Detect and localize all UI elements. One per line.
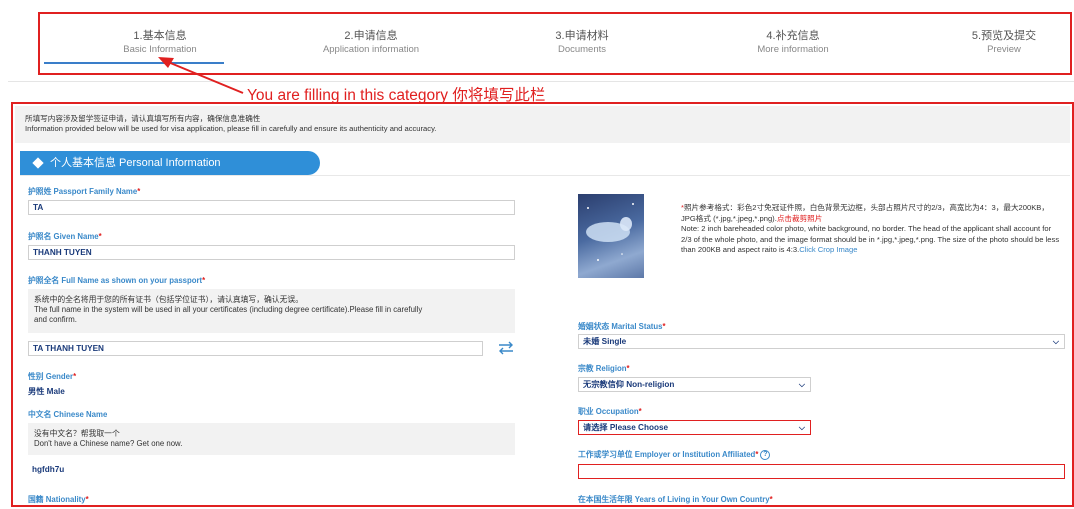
step-application-information[interactable]: 2.申请信息 Application information (271, 30, 471, 56)
notice-en: Information provided below will be used … (25, 124, 437, 133)
divider (8, 81, 1074, 82)
crop-image-link[interactable]: Click Crop Image (799, 245, 857, 254)
step-documents[interactable]: 3.申请材料 Documents (482, 30, 682, 56)
step-3-en: Documents (557, 44, 607, 55)
family-name-input[interactable]: TA (28, 200, 515, 215)
chevron-down-icon: ⌵ (798, 380, 805, 389)
step-progress-bar: 1.基本信息 Basic Information 2.申请信息 Applicat… (38, 12, 1072, 75)
marital-status-value: 未婚 Single (583, 337, 627, 346)
given-name-label: 护照名 Given Name* (28, 232, 102, 241)
crop-photo-link-cn[interactable]: 点击裁剪照片 (777, 214, 823, 223)
years-living-label: 在本国生活年限 Years of Living in Your Own Coun… (578, 495, 773, 504)
swap-icon[interactable] (497, 340, 515, 356)
notice-banner: 所填写内容涉及留学签证申请，请认真填写所有内容，确保信息准确性 Informat… (15, 106, 1070, 143)
marital-status-label: 婚姻状态 Marital Status* (578, 322, 666, 331)
nationality-label: 国籍 Nationality* (28, 495, 89, 504)
step-5-en: Preview (987, 44, 1021, 55)
marital-status-select[interactable]: 未婚 Single ⌵ (578, 334, 1065, 349)
chinese-name-hint-en: Don't have a Chinese name? Get one now. (34, 439, 183, 448)
full-name-hint-en: The full name in the system will be used… (34, 305, 423, 314)
family-name-label: 护照姓 Passport Family Name* (28, 187, 141, 196)
step-4-cn: 4.补充信息 (766, 30, 820, 42)
full-name-hint: 系统中的全名将用于您的所有证书（包括学位证书），请认真填写，确认无误。 The … (28, 289, 515, 333)
photo-note-cn: 照片参考格式：彩色2寸免冠证件照，白色背景无边框，头部占照片尺寸的2/3，高宽比… (681, 203, 1049, 223)
occupation-value: 请选择 Please Choose (583, 423, 669, 432)
notice-cn: 所填写内容涉及留学签证申请，请认真填写所有内容，确保信息准确性 (25, 114, 261, 123)
chinese-name-hint-cn: 没有中文名？帮我取一个 (34, 429, 120, 438)
chinese-name-hint[interactable]: 没有中文名？帮我取一个 Don't have a Chinese name? G… (28, 423, 515, 455)
full-name-input[interactable]: TA THANH TUYEN (28, 341, 483, 356)
step-more-information[interactable]: 4.补充信息 More information (693, 30, 893, 56)
religion-value: 无宗教信仰 Non-religion (583, 380, 675, 389)
employer-label: 工作或学习单位 Employer or Institution Affiliat… (578, 449, 771, 460)
step-preview[interactable]: 5.预览及提交 Preview (904, 30, 1074, 56)
photo-image-icon (586, 203, 634, 261)
question-icon[interactable]: ? (760, 449, 771, 460)
religion-label: 宗教 Religion* (578, 364, 630, 373)
active-step-underline (44, 62, 224, 64)
gender-label: 性别 Gender* (28, 372, 77, 381)
step-5-cn: 5.预览及提交 (971, 30, 1037, 42)
full-name-hint-en-2: and confirm. (34, 315, 77, 324)
step-1-cn: 1.基本信息 (133, 30, 187, 42)
full-name-hint-cn: 系统中的全名将用于您的所有证书（包括学位证书），请认真填写，确认无误。 (34, 295, 303, 304)
section-title: 个人基本信息 Personal Information (50, 157, 221, 169)
gender-value[interactable]: 男性 Male (28, 385, 65, 397)
full-name-label: 护照全名 Full Name as shown on your passport… (28, 276, 206, 285)
photo-requirements-note: *照片参考格式：彩色2寸免冠证件照，白色背景无边框，头部占照片尺寸的2/3，高宽… (681, 203, 1063, 256)
occupation-select[interactable]: 请选择 Please Choose ⌵ (578, 420, 811, 435)
diamond-icon (32, 157, 44, 169)
step-1-en: Basic Information (123, 44, 197, 55)
chevron-down-icon: ⌵ (1052, 337, 1059, 346)
given-name-input[interactable]: THANH TUYEN (28, 245, 515, 260)
occupation-label: 职业 Occupation* (578, 407, 642, 416)
chevron-down-icon: ⌵ (798, 423, 805, 432)
section-header: 个人基本信息 Personal Information (20, 151, 320, 175)
section-divider (20, 175, 1070, 176)
step-4-en: More information (757, 44, 829, 55)
step-3-cn: 3.申请材料 (555, 30, 609, 42)
step-2-cn: 2.申请信息 (344, 30, 398, 42)
religion-select[interactable]: 无宗教信仰 Non-religion ⌵ (578, 377, 811, 392)
employer-input[interactable] (578, 464, 1065, 479)
applicant-photo[interactable] (578, 194, 644, 278)
chinese-name-label: 中文名 Chinese Name (28, 410, 108, 419)
step-basic-information[interactable]: 1.基本信息 Basic Information (60, 30, 260, 56)
chinese-name-value[interactable]: hgfdh7u (32, 465, 64, 474)
photo-note-en: Note: 2 inch bareheaded color photo, whi… (681, 224, 1060, 254)
personal-info-form: 所填写内容涉及留学签证申请，请认真填写所有内容，确保信息准确性 Informat… (11, 102, 1074, 507)
step-2-en: Application information (322, 44, 420, 55)
